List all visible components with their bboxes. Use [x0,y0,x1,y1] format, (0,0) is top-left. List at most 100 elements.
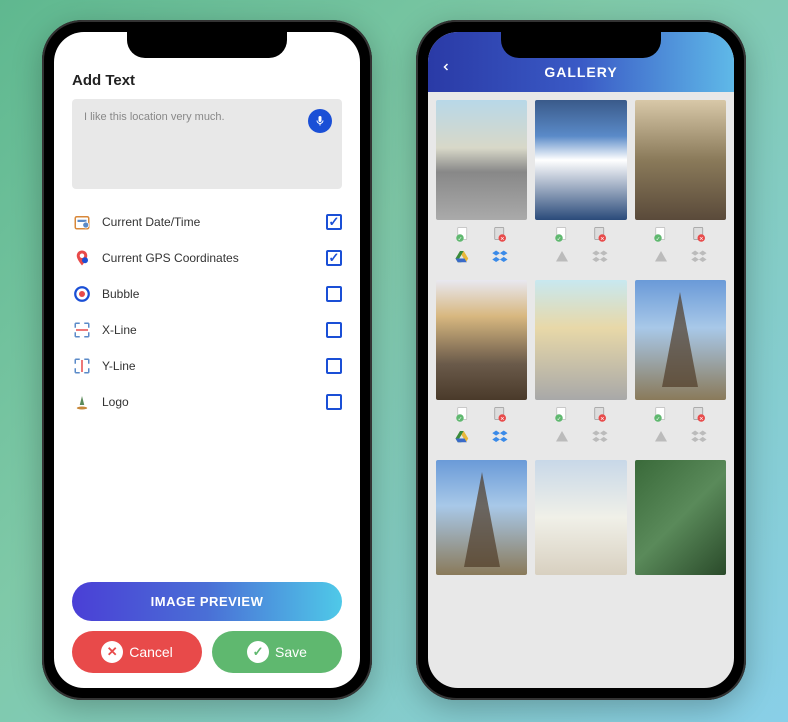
back-button[interactable] [440,59,452,80]
checkbox-checked[interactable] [326,250,342,266]
option-label: Y-Line [102,359,316,373]
option-label: Logo [102,395,316,409]
option-yline[interactable]: Y-Line [72,348,342,384]
xline-icon [72,320,92,340]
save-label: Save [275,644,307,660]
logo-icon [72,392,92,412]
phone-frame-left: Add Text I like this location very much.… [42,20,372,700]
drive-icon[interactable] [553,248,571,266]
gallery-item[interactable] [535,460,626,575]
gallery-thumbnail[interactable] [535,100,626,220]
gallery-thumbnail[interactable] [635,100,726,220]
image-preview-button[interactable]: IMAGE PREVIEW [72,582,342,621]
option-label: Current GPS Coordinates [102,251,316,265]
dropbox-icon[interactable] [591,428,609,446]
dropbox-icon[interactable] [690,428,708,446]
gallery-item-actions: ✓✕ [436,400,527,452]
gallery-thumbnail[interactable] [535,460,626,575]
cancel-label: Cancel [129,644,173,660]
drive-icon[interactable] [652,248,670,266]
check-icon: ✓ [247,641,269,663]
mic-button[interactable] [308,109,332,133]
gallery-grid[interactable]: ✓✕✓✕✓✕✓✕✓✕✓✕ [428,92,734,583]
doc-ok-icon[interactable]: ✓ [454,406,472,424]
option-bubble[interactable]: Bubble [72,276,342,312]
doc-ok-icon[interactable]: ✓ [553,226,571,244]
checkbox-unchecked[interactable] [326,358,342,374]
doc-remove-icon[interactable]: ✕ [591,226,609,244]
gps-icon [72,248,92,268]
dropbox-icon[interactable] [491,248,509,266]
gallery-title: GALLERY [544,64,617,80]
doc-remove-icon[interactable]: ✕ [690,226,708,244]
doc-remove-icon[interactable]: ✕ [491,226,509,244]
doc-remove-icon[interactable]: ✕ [491,406,509,424]
drive-icon[interactable] [454,428,472,446]
gallery-item-actions: ✓✕ [535,220,626,272]
svg-text:✕: ✕ [699,416,703,422]
gallery-item-actions: ✓✕ [635,220,726,272]
gallery-thumbnail[interactable] [635,280,726,400]
doc-remove-icon[interactable]: ✕ [591,406,609,424]
screen-right: GALLERY ✓✕✓✕✓✕✓✕✓✕✓✕ [428,32,734,688]
option-datetime[interactable]: Current Date/Time [72,204,342,240]
yline-icon [72,356,92,376]
gallery-thumbnail[interactable] [635,460,726,575]
option-label: X-Line [102,323,316,337]
doc-ok-icon[interactable]: ✓ [652,406,670,424]
option-label: Current Date/Time [102,215,316,229]
gallery-thumbnail[interactable] [535,280,626,400]
svg-text:✕: ✕ [501,236,505,242]
drive-icon[interactable] [553,428,571,446]
gallery-item[interactable]: ✓✕ [436,280,527,452]
phone-notch [127,32,287,58]
gallery-item[interactable] [436,460,527,575]
gallery-item[interactable]: ✓✕ [436,100,527,272]
gallery-thumbnail[interactable] [436,280,527,400]
gallery-thumbnail[interactable] [436,100,527,220]
gallery-item-actions: ✓✕ [635,400,726,452]
svg-text:✕: ✕ [600,416,604,422]
option-gps[interactable]: Current GPS Coordinates [72,240,342,276]
checkbox-unchecked[interactable] [326,394,342,410]
svg-text:✕: ✕ [600,236,604,242]
gallery-item[interactable] [635,460,726,575]
option-label: Bubble [102,287,316,301]
text-input-value: I like this location very much. [84,111,330,123]
gallery-item[interactable]: ✓✕ [635,280,726,452]
gallery-item[interactable]: ✓✕ [635,100,726,272]
phone-notch [501,32,661,58]
drive-icon[interactable] [454,248,472,266]
option-logo[interactable]: Logo [72,384,342,420]
svg-text:✓: ✓ [557,416,561,422]
dropbox-icon[interactable] [491,428,509,446]
datetime-icon [72,212,92,232]
svg-text:✕: ✕ [699,236,703,242]
dropbox-icon[interactable] [690,248,708,266]
doc-ok-icon[interactable]: ✓ [454,226,472,244]
text-input[interactable]: I like this location very much. [72,99,342,189]
close-icon: ✕ [101,641,123,663]
checkbox-unchecked[interactable] [326,286,342,302]
dropbox-icon[interactable] [591,248,609,266]
gallery-thumbnail[interactable] [436,460,527,575]
doc-ok-icon[interactable]: ✓ [652,226,670,244]
gallery-item[interactable]: ✓✕ [535,100,626,272]
doc-ok-icon[interactable]: ✓ [553,406,571,424]
gallery-item-actions: ✓✕ [436,220,527,272]
options-list: Current Date/Time Current GPS Coordinate… [72,204,342,582]
cancel-button[interactable]: ✕ Cancel [72,631,202,673]
svg-text:✓: ✓ [458,416,462,422]
mic-icon [314,115,326,127]
bubble-icon [72,284,92,304]
drive-icon[interactable] [652,428,670,446]
option-xline[interactable]: X-Line [72,312,342,348]
svg-text:✓: ✓ [557,236,561,242]
checkbox-unchecked[interactable] [326,322,342,338]
checkbox-checked[interactable] [326,214,342,230]
save-button[interactable]: ✓ Save [212,631,342,673]
doc-remove-icon[interactable]: ✕ [690,406,708,424]
screen-left: Add Text I like this location very much.… [54,32,360,688]
gallery-item[interactable]: ✓✕ [535,280,626,452]
chevron-left-icon [440,59,452,75]
